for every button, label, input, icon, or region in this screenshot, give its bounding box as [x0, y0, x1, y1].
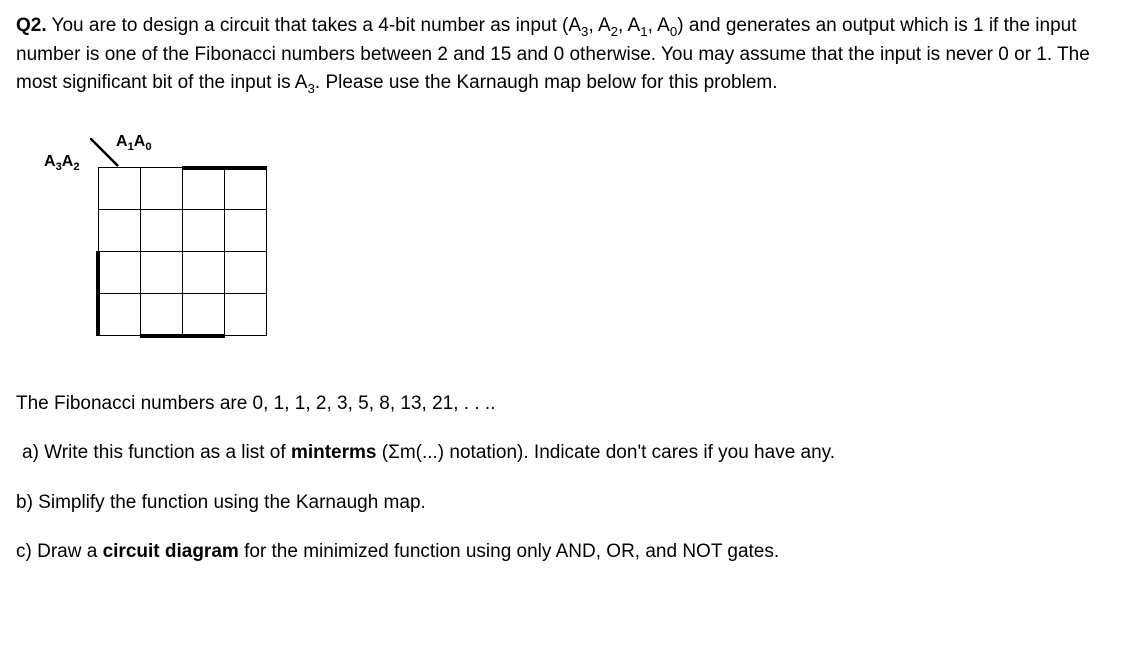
kmap-cell	[224, 168, 266, 210]
question-text-p3: , A	[618, 15, 640, 36]
sub-msb: 3	[308, 80, 315, 95]
kmap-cell	[98, 252, 140, 294]
kmap-cell	[182, 252, 224, 294]
question-text-p1: You are to design a circuit that takes a…	[47, 15, 581, 36]
part-a: a) Write this function as a list of mint…	[22, 439, 1129, 467]
kmap-cell	[182, 168, 224, 210]
kmap-row	[98, 252, 266, 294]
kmap-cell	[140, 294, 182, 336]
kmap-cell	[224, 252, 266, 294]
part-a-bold: minterms	[291, 442, 377, 463]
kmap-grid	[96, 166, 267, 338]
kmap-diagonal-line	[90, 138, 120, 168]
karnaugh-map: A1A0 A3A2	[36, 130, 296, 350]
question-prompt: Q2. You are to design a circuit that tak…	[16, 12, 1129, 98]
question-text-p6: . Please use the Karnaugh map below for …	[315, 72, 778, 93]
kmap-cell	[98, 294, 140, 336]
part-a-prefix: a) Write this function as a list of	[22, 442, 291, 463]
kmap-cell	[224, 294, 266, 336]
kmap-col-a0-letter: A	[134, 133, 146, 150]
sub-a1: 1	[640, 24, 647, 39]
part-c-bold: circuit diagram	[103, 541, 239, 562]
kmap-cell	[224, 210, 266, 252]
kmap-row	[98, 294, 266, 336]
kmap-cell	[98, 210, 140, 252]
kmap-cell	[140, 210, 182, 252]
question-text-p4: , A	[648, 15, 670, 36]
sub-a2: 2	[611, 24, 618, 39]
kmap-col-a0-sub: 0	[145, 141, 151, 153]
kmap-cell	[182, 294, 224, 336]
kmap-cell	[98, 168, 140, 210]
kmap-label-columns: A1A0	[116, 130, 152, 155]
part-c: c) Draw a circuit diagram for the minimi…	[16, 538, 1129, 566]
kmap-row-a2-sub: 2	[73, 161, 79, 173]
part-c-prefix: c) Draw a	[16, 541, 103, 562]
kmap-cell	[140, 168, 182, 210]
kmap-cell	[182, 210, 224, 252]
kmap-row	[98, 168, 266, 210]
part-b: b) Simplify the function using the Karna…	[16, 489, 1129, 517]
kmap-label-rows: A3A2	[44, 150, 80, 175]
question-text-p2: , A	[588, 15, 610, 36]
question-label: Q2.	[16, 15, 47, 36]
fibonacci-sequence-statement: The Fibonacci numbers are 0, 1, 1, 2, 3,…	[16, 390, 1129, 418]
part-c-suffix: for the minimized function using only AN…	[239, 541, 779, 562]
kmap-row	[98, 210, 266, 252]
kmap-cell	[140, 252, 182, 294]
part-a-suffix: (Σm(...) notation). Indicate don't cares…	[376, 442, 835, 463]
kmap-row-a2-letter: A	[62, 153, 74, 170]
kmap-row-a3-letter: A	[44, 153, 56, 170]
